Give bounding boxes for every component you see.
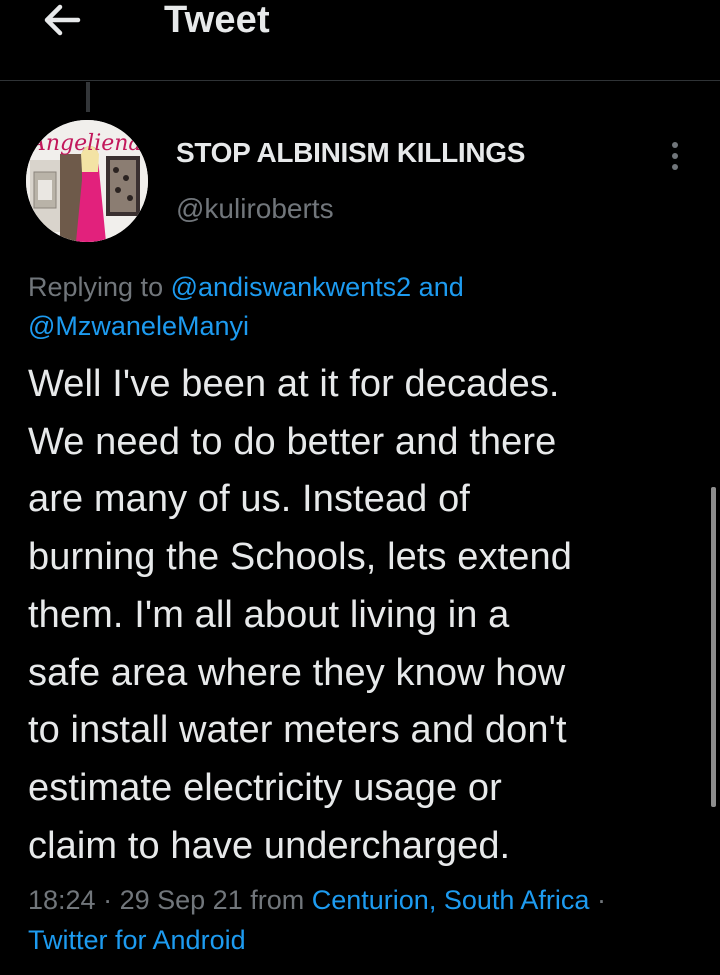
- avatar[interactable]: Angeliena: [26, 120, 148, 242]
- more-dot: [672, 164, 678, 170]
- avatar-image: Angeliena: [26, 120, 148, 242]
- thread-connector-line: [86, 82, 90, 112]
- separator: ·: [103, 885, 113, 915]
- author-handle[interactable]: @kuliroberts: [176, 193, 334, 225]
- mention-link[interactable]: @MzwaneleManyi: [28, 311, 249, 341]
- more-vertical-icon: [672, 142, 678, 148]
- replying-to: Replying to @andiswankwents2 and @Mzwane…: [28, 268, 688, 346]
- mention-link[interactable]: @andiswankwents2: [171, 272, 412, 302]
- replying-prefix: Replying to: [28, 272, 164, 302]
- tweet-date: 29 Sep 21: [119, 885, 243, 915]
- back-button[interactable]: [40, 0, 84, 40]
- tweet-time: 18:24: [28, 885, 96, 915]
- more-options-button[interactable]: [658, 134, 692, 178]
- arrow-left-icon: [44, 4, 81, 36]
- from-label: from: [250, 885, 305, 915]
- separator: ·: [596, 885, 606, 915]
- avatar-logo-text: Angeliena: [28, 131, 142, 156]
- more-dot: [672, 153, 678, 159]
- tweet-metadata: 18:24 · 29 Sep 21 from Centurion, South …: [28, 880, 698, 960]
- mention-conjunction: and: [418, 272, 464, 302]
- client-link[interactable]: Twitter for Android: [28, 925, 246, 955]
- tweet-text: Well I've been at it for decades. We nee…: [28, 363, 572, 867]
- top-app-bar: Tweet: [0, 0, 720, 81]
- page-title: Tweet: [164, 0, 270, 41]
- location-link[interactable]: Centurion, South Africa: [312, 885, 590, 915]
- author-display-name[interactable]: STOP ALBINISM KILLINGS: [176, 137, 525, 169]
- scrollbar[interactable]: [711, 487, 716, 807]
